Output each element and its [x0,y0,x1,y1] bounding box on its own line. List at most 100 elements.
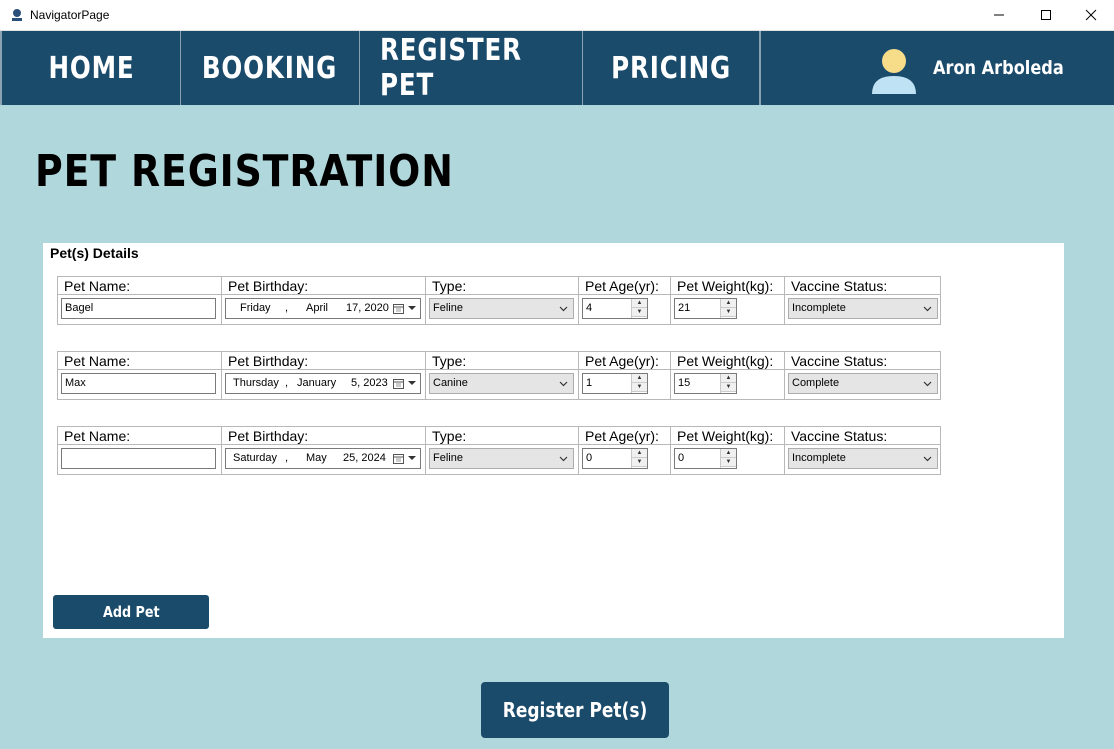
nav-pricing[interactable]: PRICING [583,31,760,105]
minimize-button[interactable] [976,0,1022,30]
close-button[interactable] [1068,0,1114,30]
type-select[interactable]: Feline [429,448,574,469]
age-spin-buttons[interactable]: ▲ ▼ [631,299,647,318]
user-avatar-icon [872,49,916,94]
close-icon [1085,9,1097,21]
birthday-date: 5, 2023 [351,377,388,389]
pet-entry-2: Pet Name: Max Pet Birthday: Thursday , J… [57,351,941,400]
app-logo-icon [12,9,22,21]
window-titlebar: NavigatorPage [0,0,1114,31]
nav-booking-label: BOOKING [202,50,338,86]
age-spin-buttons[interactable]: ▲ ▼ [631,374,647,393]
pet-birthday-picker[interactable]: Friday , April 17, 2020 [225,298,421,319]
chevron-down-icon [559,456,568,462]
spin-down-icon[interactable]: ▼ [632,383,647,392]
user-profile[interactable]: Aron Arboleda [760,31,1114,105]
vaccine-header: Vaccine Status: [785,277,941,295]
col-weight: Pet Weight(kg): 0 ▲ ▼ [671,427,785,474]
col-vaccine: Vaccine Status: Incomplete [785,427,941,474]
chevron-down-icon [923,306,932,312]
type-header: Type: [426,277,578,295]
birthday-comma: , [285,302,289,314]
age-spinner[interactable]: 1 ▲ ▼ [582,373,648,394]
col-pet-birthday: Pet Birthday: Thursday , January 5, 2023 [222,352,426,399]
add-pet-button[interactable]: Add Pet [53,595,209,629]
vaccine-select[interactable]: Complete [788,373,938,394]
col-pet-name: Pet Name: Bagel [58,277,222,324]
spin-down-icon[interactable]: ▼ [632,308,647,317]
type-value: Feline [433,302,463,314]
calendar-icon [393,304,404,314]
type-select[interactable]: Feline [429,298,574,319]
age-value: 4 [586,302,593,314]
vaccine-value: Incomplete [792,302,846,314]
pet-name-header: Pet Name: [58,277,221,295]
col-weight: Pet Weight(kg): 21 ▲ ▼ [671,277,785,324]
nav-home[interactable]: HOME [0,31,181,105]
weight-spinner[interactable]: 15 ▲ ▼ [674,373,737,394]
vaccine-select[interactable]: Incomplete [788,448,938,469]
spin-down-icon[interactable]: ▼ [721,458,736,467]
age-header: Pet Age(yr): [579,277,670,295]
pet-name-input[interactable] [61,448,216,469]
spin-down-icon[interactable]: ▼ [721,383,736,392]
pet-birthday-picker[interactable]: Thursday , January 5, 2023 [225,373,421,394]
maximize-button[interactable] [1023,0,1069,30]
minimize-icon [994,14,1004,16]
col-type: Type: Canine [426,352,579,399]
pet-name-input[interactable]: Max [61,373,216,394]
register-pets-button[interactable]: Register Pet(s) [481,682,669,738]
col-age: Pet Age(yr): 1 ▲ ▼ [579,352,671,399]
col-weight: Pet Weight(kg): 15 ▲ ▼ [671,352,785,399]
panel-title: Pet(s) Details [50,245,139,261]
pet-birthday-header: Pet Birthday: [222,352,425,370]
nav-booking[interactable]: BOOKING [181,31,360,105]
weight-spinner[interactable]: 21 ▲ ▼ [674,298,737,319]
spin-down-icon[interactable]: ▼ [721,308,736,317]
chevron-down-icon [559,306,568,312]
pet-birthday-picker[interactable]: Saturday , May 25, 2024 [225,448,421,469]
weight-value: 21 [678,302,691,314]
chevron-down-icon [408,456,416,460]
age-spinner[interactable]: 4 ▲ ▼ [582,298,648,319]
weight-spinner[interactable]: 0 ▲ ▼ [674,448,737,469]
col-pet-name: Pet Name: Max [58,352,222,399]
type-select[interactable]: Canine [429,373,574,394]
weight-spin-buttons[interactable]: ▲ ▼ [720,299,736,318]
weight-spin-buttons[interactable]: ▲ ▼ [720,449,736,468]
pet-name-header: Pet Name: [58,352,221,370]
pet-name-input[interactable]: Bagel [61,298,216,319]
nav-register-pet[interactable]: REGISTER PET [360,31,583,105]
chevron-down-icon [408,381,416,385]
age-spinner[interactable]: 0 ▲ ▼ [582,448,648,469]
vaccine-header: Vaccine Status: [785,352,941,370]
calendar-icon [393,379,404,389]
col-age: Pet Age(yr): 0 ▲ ▼ [579,427,671,474]
chevron-down-icon [559,381,568,387]
nav-pricing-label: PRICING [611,50,731,86]
weight-value: 0 [678,452,685,464]
maximize-icon [1041,10,1051,20]
birthday-weekday: Saturday [233,452,278,464]
spin-down-icon[interactable]: ▼ [632,458,647,467]
type-value: Canine [433,377,468,389]
vaccine-select[interactable]: Incomplete [788,298,938,319]
birthday-date: 25, 2024 [343,452,386,464]
register-pets-label: Register Pet(s) [502,698,648,722]
col-pet-name: Pet Name: [58,427,222,474]
age-spin-buttons[interactable]: ▲ ▼ [631,449,647,468]
age-value: 1 [586,377,593,389]
window-title: NavigatorPage [30,8,110,22]
age-value: 0 [586,452,593,464]
weight-header: Pet Weight(kg): [671,427,784,445]
chevron-down-icon [923,381,932,387]
page-title-text: PET REGISTRATION [35,146,454,197]
type-header: Type: [426,352,578,370]
weight-value: 15 [678,377,691,389]
vaccine-header: Vaccine Status: [785,427,941,445]
birthday-month: May [306,452,327,464]
col-age: Pet Age(yr): 4 ▲ ▼ [579,277,671,324]
birthday-comma: , [285,452,289,464]
weight-spin-buttons[interactable]: ▲ ▼ [720,374,736,393]
weight-header: Pet Weight(kg): [671,277,784,295]
